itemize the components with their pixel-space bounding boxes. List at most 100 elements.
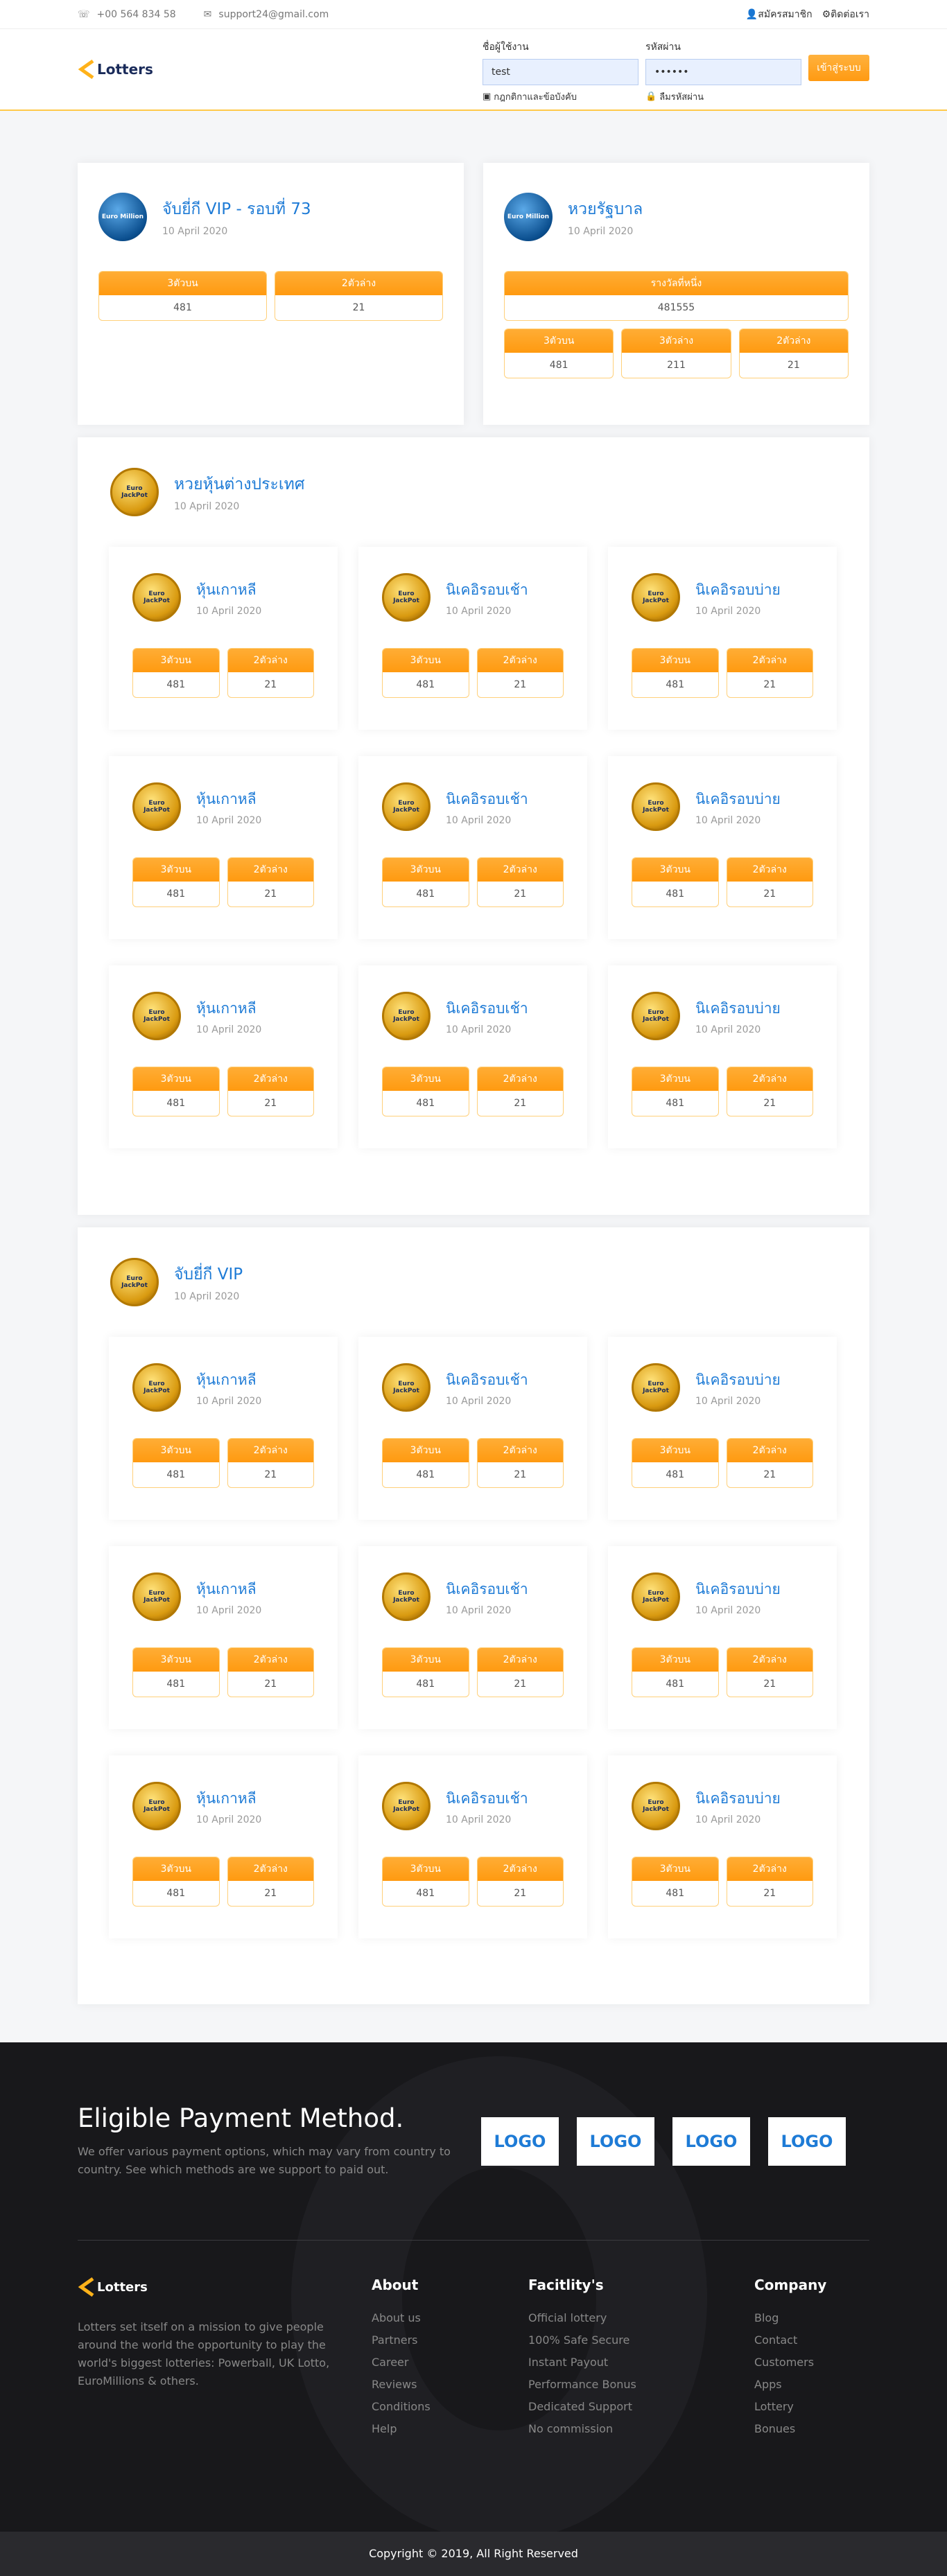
site-logo[interactable]: Lotters xyxy=(78,59,153,80)
result-value: 481 xyxy=(416,1098,435,1109)
logo-chevron-icon xyxy=(78,59,94,80)
result-box: 3ตัวบน 481 xyxy=(382,1067,469,1116)
result-box: 3ตัวบน 481 xyxy=(132,1438,220,1488)
footer-link[interactable]: Dedicated Support xyxy=(528,2400,754,2413)
result-box: 3ตัวบน 481 xyxy=(632,857,719,907)
card-date: 10 April 2020 xyxy=(196,1604,262,1616)
footer-link[interactable]: No commission xyxy=(528,2422,754,2435)
card-date: 10 April 2020 xyxy=(196,1395,262,1407)
result-box: 3ตัวบน 481 xyxy=(382,857,469,907)
footer-link[interactable]: About us xyxy=(372,2311,528,2324)
result-label: 3ตัวบน xyxy=(383,1439,469,1462)
forgot-password-link[interactable]: 🔒 ลืมรหัสผ่าน xyxy=(645,89,801,104)
book-icon: ▣ xyxy=(483,91,492,102)
result-value: 481 xyxy=(166,1469,186,1480)
result-label: 3ตัวบน xyxy=(133,1439,219,1462)
result-card: Euro JackPot นิเคอิรอบเช้า 10 April 2020 3ต… xyxy=(358,965,587,1148)
card-title: หุ้นเกาหลี xyxy=(196,999,257,1017)
register-link[interactable]: 👤สมัครสมาชิก xyxy=(746,7,813,22)
result-label: 3ตัวบน xyxy=(133,1648,219,1672)
result-box: 3ตัวบน 481 xyxy=(132,857,220,907)
card-title: นิเคอิรอบเช้า xyxy=(446,790,528,807)
result-value: 481 xyxy=(166,1098,186,1109)
footer-col-about: About About us Partners Career Reviews C… xyxy=(372,2277,528,2444)
result-value: 481 xyxy=(666,1888,685,1899)
result-value: 481 xyxy=(666,1469,685,1480)
top-bar: ☏ +00 564 834 58 ✉ support24@gmail.com 👤… xyxy=(0,0,947,29)
result-box: 2ตัวล่าง 21 xyxy=(726,1067,813,1116)
result-label: 2ตัวล่าง xyxy=(477,1439,563,1462)
footer-link[interactable]: Reviews xyxy=(372,2378,528,2391)
result-value: 481 xyxy=(416,1888,435,1899)
footer-link[interactable]: Partners xyxy=(372,2333,528,2347)
result-card: Euro JackPot หุ้นเกาหลี 10 April 2020 3ตัวบ… xyxy=(109,1546,338,1729)
result-box: 3ตัวบน 481 xyxy=(132,648,220,698)
first-prize-box: รางวัลที่หนึ่ง 481555 xyxy=(504,271,849,321)
password-label: รหัสผ่าน xyxy=(645,41,681,53)
result-label: 2ตัวล่าง xyxy=(477,1067,563,1091)
footer-link[interactable]: Help xyxy=(372,2422,528,2435)
username-input[interactable] xyxy=(483,58,638,85)
result-box: 3ตัวบน 481 xyxy=(632,1857,719,1907)
footer-link[interactable]: Contact xyxy=(754,2333,865,2347)
result-card: Euro JackPot นิเคอิรอบเช้า 10 April 2020 3ต… xyxy=(358,547,587,730)
euro-jackpot-icon: Euro JackPot xyxy=(382,1782,431,1830)
card-date: 10 April 2020 xyxy=(446,605,512,617)
card-date: 10 April 2020 xyxy=(446,1395,512,1407)
result-card: Euro JackPot หุ้นเกาหลี 10 April 2020 3ตัวบ… xyxy=(109,756,338,939)
result-value: 21 xyxy=(264,679,277,690)
result-label: 3ตัวบน xyxy=(383,1857,469,1881)
payment-title: Eligible Payment Method. xyxy=(78,2103,404,2133)
result-label: 3ตัวบน xyxy=(383,858,469,882)
result-box: 2ตัวล่าง 21 xyxy=(476,648,564,698)
result-label: 2ตัวล่าง xyxy=(227,649,313,672)
result-label: 3ตัวบน xyxy=(133,858,219,882)
footer-link[interactable]: Apps xyxy=(754,2378,865,2391)
footer-link[interactable]: Career xyxy=(372,2356,528,2369)
result-value: 21 xyxy=(763,1679,776,1690)
result-label: 3ตัวบน xyxy=(133,1067,219,1091)
result-box: 2ตัวล่าง 21 xyxy=(476,857,564,907)
footer-link[interactable]: Customers xyxy=(754,2356,865,2369)
password-input[interactable] xyxy=(645,58,801,85)
result-box: 2ตัวล่าง 21 xyxy=(738,328,849,378)
card-date: 10 April 2020 xyxy=(446,1024,512,1035)
footer-about: Lotters Lotters set itself on a mission … xyxy=(78,2277,372,2444)
card-date: 10 April 2020 xyxy=(196,814,262,826)
government-lottery-card: Euro Million หวยรัฐบาล 10 April 2020 ราง… xyxy=(483,163,869,425)
result-box: 3ตัวบน 481 xyxy=(98,271,267,321)
result-value: 21 xyxy=(264,1679,277,1690)
result-box: 3ตัวบน 481 xyxy=(632,1438,719,1488)
result-value: 21 xyxy=(352,302,365,313)
footer-logo[interactable]: Lotters xyxy=(78,2277,372,2297)
card-title: หุ้นเกาหลี xyxy=(196,1580,257,1597)
result-value: 481 xyxy=(666,1098,685,1109)
euro-jackpot-icon: Euro JackPot xyxy=(132,573,181,622)
result-label: 3ตัวบน xyxy=(383,649,469,672)
result-card: Euro JackPot หุ้นเกาหลี 10 April 2020 3ตัวบ… xyxy=(109,965,338,1148)
footer-link[interactable]: Bonues xyxy=(754,2422,865,2435)
section-date: 10 April 2020 xyxy=(174,1291,240,1302)
footer-link[interactable]: Official lottery xyxy=(528,2311,754,2324)
footer-link[interactable]: Blog xyxy=(754,2311,865,2324)
card-title: นิเคอิรอบเช้า xyxy=(446,999,528,1017)
phone-number: +00 564 834 58 xyxy=(96,8,176,20)
result-label: 2ตัวล่าง xyxy=(477,1857,563,1881)
footer-link[interactable]: Lottery xyxy=(754,2400,865,2413)
terms-link[interactable]: ▣ กฎกติกาและข้อบังคับ xyxy=(483,89,638,104)
footer-link[interactable]: Instant Payout xyxy=(528,2356,754,2369)
result-value: 481 xyxy=(549,360,568,371)
login-button[interactable]: เข้าสู่ระบบ xyxy=(808,54,869,81)
result-card: Euro JackPot นิเคอิรอบเช้า 10 April 2020 3ต… xyxy=(358,1755,587,1938)
footer-link[interactable]: Conditions xyxy=(372,2400,528,2413)
site-header: Lotters ชื่อผู้ใช้งาน ▣กฎกติกาและข้อบังค… xyxy=(0,29,947,111)
foreign-stock-lottery-section: Euro JackPot หวยหุ้นต่างประเทศ 10 April 20… xyxy=(78,437,869,1215)
card-date: 10 April 2020 xyxy=(695,605,761,617)
contact-link[interactable]: ⚙ติดต่อเรา xyxy=(822,7,869,22)
logo-text: Lotters xyxy=(97,2279,148,2295)
result-box: 2ตัวล่าง 21 xyxy=(227,1647,314,1697)
footer-link[interactable]: Performance Bonus xyxy=(528,2378,754,2391)
footer-link[interactable]: 100% Safe Secure xyxy=(528,2333,754,2347)
site-footer: Eligible Payment Method. We offer variou… xyxy=(0,2042,947,2576)
result-label: 3ตัวบน xyxy=(632,649,718,672)
